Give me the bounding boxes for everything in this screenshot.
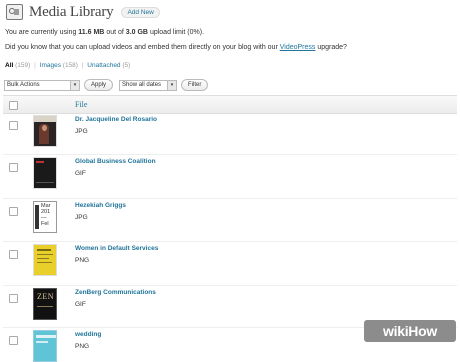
media-title-link[interactable]: ZenBerg Communications [75,289,156,296]
media-file-type: PNG [75,257,90,264]
media-type-filters: All (159) | Images (158) | Unattached (5… [5,62,130,69]
table-header: File [3,96,457,114]
thumbnail-image[interactable]: Mar 201 — Fel [33,201,57,233]
bulk-actions-value: Bulk Actions [7,82,40,88]
filter-button[interactable]: Filter [181,79,209,91]
media-library-icon [6,4,23,20]
row-checkbox[interactable] [9,250,18,259]
watermark-brand: wikiHow [383,323,437,339]
media-title-link[interactable]: Women in Default Services [75,245,158,252]
thumbnail-image[interactable] [33,330,57,362]
select-all-checkbox[interactable] [9,101,18,110]
date-filter-value: Show all dates [122,82,162,88]
date-filter-select[interactable]: Show all dates ▾ [119,79,178,91]
column-file-header[interactable]: File [75,100,87,109]
filter-images-count: (158) [62,62,78,69]
videopress-link[interactable]: VideoPress [280,44,316,51]
table-row: Mar 201 — Fel Hezekiah Griggs JPG [3,199,457,242]
media-file-type: PNG [75,343,90,350]
table-row: Dr. Jacqueline Del Rosario JPG [3,113,457,155]
usage-suffix: upload limit (0%). [149,29,205,36]
apply-button[interactable]: Apply [84,79,114,91]
filter-images[interactable]: Images [40,62,61,69]
thumbnail-caption: Fel [41,221,49,227]
usage-used: 11.6 MB [78,29,105,36]
thumbnail-caption: ZEN [37,292,55,301]
usage-limit: 3.0 GB [125,29,148,36]
filter-separator: | [34,62,36,69]
media-title-link[interactable]: Global Business Coalition [75,158,156,165]
filter-unattached-count: (5) [122,62,131,69]
thumbnail-image[interactable]: ZEN [33,288,57,320]
page-title: Media Library [29,3,114,20]
row-checkbox[interactable] [9,163,18,172]
filter-all-count: (159) [15,62,31,69]
page-header: Media Library Add New [6,3,160,21]
row-checkbox[interactable] [9,336,18,345]
media-title-link[interactable]: Dr. Jacqueline Del Rosario [75,116,157,123]
upsell-after: upgrade? [317,44,347,51]
chevron-down-icon: ▾ [70,80,79,90]
upsell-text: Did you know that you can upload videos … [5,44,278,51]
table-row: Women in Default Services PNG [3,242,457,286]
filter-unattached[interactable]: Unattached [87,62,120,69]
media-title-link[interactable]: Hezekiah Griggs [75,202,126,209]
thumbnail-image[interactable] [33,157,57,189]
bulk-actions-select[interactable]: Bulk Actions ▾ [4,79,80,91]
media-file-type: GIF [75,170,86,177]
media-file-type: JPG [75,128,88,135]
thumbnail-image[interactable] [33,244,57,276]
videopress-upsell: Did you know that you can upload videos … [5,44,347,51]
usage-prefix: You are currently using [5,29,77,36]
add-new-button[interactable]: Add New [121,6,160,18]
chevron-down-icon: ▾ [167,80,177,90]
thumbnail-image[interactable] [33,115,57,147]
row-checkbox[interactable] [9,207,18,216]
media-table: File Dr. Jacqueline Del Rosario JPG Glob… [3,95,457,362]
media-title-link[interactable]: wedding [75,331,101,338]
usage-mid: out of [106,29,124,36]
list-toolbar: Bulk Actions ▾ Apply Show all dates ▾ Fi… [4,78,209,92]
wikihow-watermark: wikiHow [364,320,456,342]
table-row: Global Business Coalition GIF [3,155,457,199]
media-file-type: GIF [75,301,86,308]
row-checkbox[interactable] [9,294,18,303]
filter-all[interactable]: All [5,62,13,69]
filter-separator: | [81,62,84,69]
row-checkbox[interactable] [9,121,18,130]
upload-usage-notice: You are currently using 11.6 MB out of 3… [5,29,204,36]
media-file-type: JPG [75,214,88,221]
